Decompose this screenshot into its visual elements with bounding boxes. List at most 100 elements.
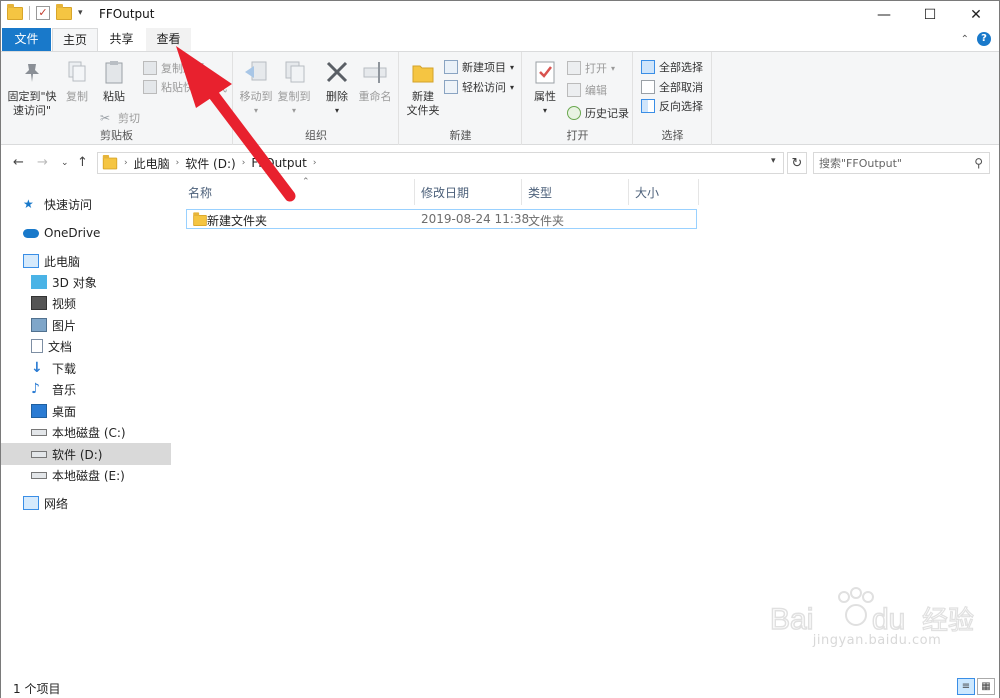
minimize-button[interactable]: —: [861, 1, 907, 28]
nav-this-pc[interactable]: 此电脑: [1, 250, 171, 272]
nav-3d-objects[interactable]: 3D 对象: [1, 271, 171, 293]
select-all-icon: [641, 60, 655, 74]
copy-to-button[interactable]: 复制到 ▾: [276, 58, 312, 118]
3d-objects-icon: [31, 275, 47, 289]
new-item-button[interactable]: 新建项目 ▾: [444, 59, 514, 75]
tab-view[interactable]: 查看: [146, 28, 191, 51]
folder-icon: [193, 212, 207, 227]
rename-icon: [363, 62, 387, 83]
paste-shortcut-icon: [143, 80, 157, 94]
paste-shortcut-button[interactable]: 粘贴快捷方式: [143, 79, 227, 95]
paste-shortcut-label: 粘贴快捷方式: [161, 81, 227, 94]
properties-button[interactable]: 属性 ▾: [528, 58, 562, 118]
refresh-icon: ↻: [791, 155, 803, 171]
watermark-logo: Bai du 经验: [769, 587, 975, 637]
breadcrumb-ffoutput[interactable]: FFOutput: [251, 156, 307, 170]
properties-qat-icon[interactable]: ✓: [36, 6, 50, 20]
copy-button[interactable]: 复制: [61, 58, 93, 104]
select-none-button[interactable]: 全部取消: [641, 79, 703, 95]
search-icon[interactable]: ⚲: [974, 156, 983, 170]
nav-drive-c[interactable]: 本地磁盘 (C:): [1, 421, 171, 443]
nav-item-label: 下载: [52, 361, 77, 376]
select-all-label: 全部选择: [659, 61, 703, 74]
edit-button[interactable]: 编辑: [567, 82, 607, 98]
delete-button[interactable]: 删除 ▾: [322, 58, 352, 118]
address-history-dropdown-icon[interactable]: ▾: [771, 156, 776, 166]
rename-button[interactable]: 重命名: [356, 58, 394, 104]
pin-quick-access-button[interactable]: 固定到"快 速访问": [5, 58, 59, 118]
paste-button[interactable]: 粘贴: [97, 58, 131, 104]
close-button[interactable]: ✕: [953, 1, 999, 28]
back-icon[interactable]: ←: [13, 155, 24, 170]
select-none-icon: [641, 80, 655, 94]
nav-desktop[interactable]: 桌面: [1, 400, 171, 422]
chevron-right-icon[interactable]: ›: [242, 158, 246, 168]
qat-dropdown-icon[interactable]: ▾: [78, 8, 83, 18]
nav-network[interactable]: 网络: [1, 492, 171, 514]
invert-selection-button[interactable]: 反向选择: [641, 98, 703, 114]
clipboard-group-label: 剪贴板: [100, 129, 133, 142]
ribbon-tabs-right: ⌃ ?: [961, 32, 991, 46]
column-header-name[interactable]: 名称 ⌃: [182, 177, 415, 205]
history-button[interactable]: 历史记录: [567, 105, 629, 121]
breadcrumb-drive-d[interactable]: 软件 (D:): [185, 155, 235, 172]
chevron-right-icon[interactable]: ›: [124, 158, 128, 168]
table-row[interactable]: 新建文件夹 2019-08-24 11:38 文件夹: [186, 209, 697, 229]
details-view-button[interactable]: ≡: [957, 678, 975, 695]
easy-access-icon: [444, 80, 458, 94]
recent-locations-icon[interactable]: ⌄: [61, 158, 69, 168]
documents-icon: [31, 339, 43, 353]
new-folder-button[interactable]: 新建 文件夹: [403, 58, 443, 118]
open-button[interactable]: 打开 ▾: [567, 60, 615, 76]
column-header-size[interactable]: 大小: [629, 179, 699, 205]
window-title: FFOutput: [99, 7, 155, 21]
column-name-label: 名称: [188, 185, 213, 200]
nav-videos[interactable]: 视频: [1, 292, 171, 314]
group-organize: 移动到 ▾ 复制到 ▾ 删除 ▾ 重命名 组织: [234, 52, 399, 145]
properties-icon: [535, 61, 555, 84]
group-new: 新建 文件夹 新建项目 ▾ 轻松访问 ▾ 新建: [400, 52, 522, 145]
search-input[interactable]: 搜索"FFOutput" ⚲: [813, 152, 990, 174]
svg-text:经验: 经验: [922, 606, 974, 635]
help-icon[interactable]: ?: [977, 32, 991, 46]
nav-documents[interactable]: 文档: [1, 335, 171, 357]
nav-onedrive[interactable]: OneDrive: [1, 222, 171, 244]
nav-downloads[interactable]: ↓ 下载: [1, 357, 171, 379]
move-to-button[interactable]: 移动到 ▾: [238, 58, 274, 118]
nav-quick-access[interactable]: ★ 快速访问: [1, 193, 171, 215]
select-all-button[interactable]: 全部选择: [641, 59, 703, 75]
properties-label: 属性: [534, 90, 556, 103]
column-header-type[interactable]: 类型: [522, 179, 629, 205]
address-bar[interactable]: › 此电脑 › 软件 (D:) › FFOutput ›: [97, 152, 784, 174]
nav-drive-d[interactable]: 软件 (D:): [1, 443, 171, 465]
open-icon: [567, 61, 581, 75]
easy-access-button[interactable]: 轻松访问 ▾: [444, 79, 514, 95]
nav-pictures[interactable]: 图片: [1, 314, 171, 336]
copy-path-button[interactable]: 复制路径: [143, 60, 205, 76]
copy-to-label: 复制到: [277, 90, 311, 103]
computer-icon: [23, 254, 39, 268]
nav-item-label: 软件 (D:): [52, 447, 103, 462]
nav-drive-e[interactable]: 本地磁盘 (E:): [1, 464, 171, 486]
large-icons-view-button[interactable]: ▦: [977, 678, 995, 695]
video-icon: [31, 296, 47, 310]
maximize-button[interactable]: ☐: [907, 1, 953, 28]
paste-label: 粘贴: [103, 90, 125, 103]
forward-icon[interactable]: →: [37, 155, 48, 170]
open-group-label: 打开: [566, 129, 589, 142]
tab-home[interactable]: 主页: [52, 28, 98, 51]
up-icon[interactable]: ↑: [77, 155, 88, 170]
folder-icon: [7, 3, 23, 20]
nav-music[interactable]: ♪ 音乐: [1, 378, 171, 400]
ribbon-collapse-icon[interactable]: ⌃: [961, 34, 969, 45]
tab-share[interactable]: 共享: [98, 28, 145, 51]
column-header-modified[interactable]: 修改日期: [415, 179, 522, 205]
tab-file[interactable]: 文件: [2, 28, 51, 51]
new-folder-qat-icon[interactable]: [56, 3, 72, 20]
chevron-right-icon[interactable]: ›: [176, 158, 180, 168]
breadcrumb-this-pc[interactable]: 此电脑: [134, 155, 170, 172]
cut-button[interactable]: ✂ 剪切: [100, 110, 140, 126]
chevron-right-icon[interactable]: ›: [313, 158, 317, 168]
refresh-button[interactable]: ↻: [787, 152, 807, 174]
copy-label: 复制: [66, 90, 88, 103]
